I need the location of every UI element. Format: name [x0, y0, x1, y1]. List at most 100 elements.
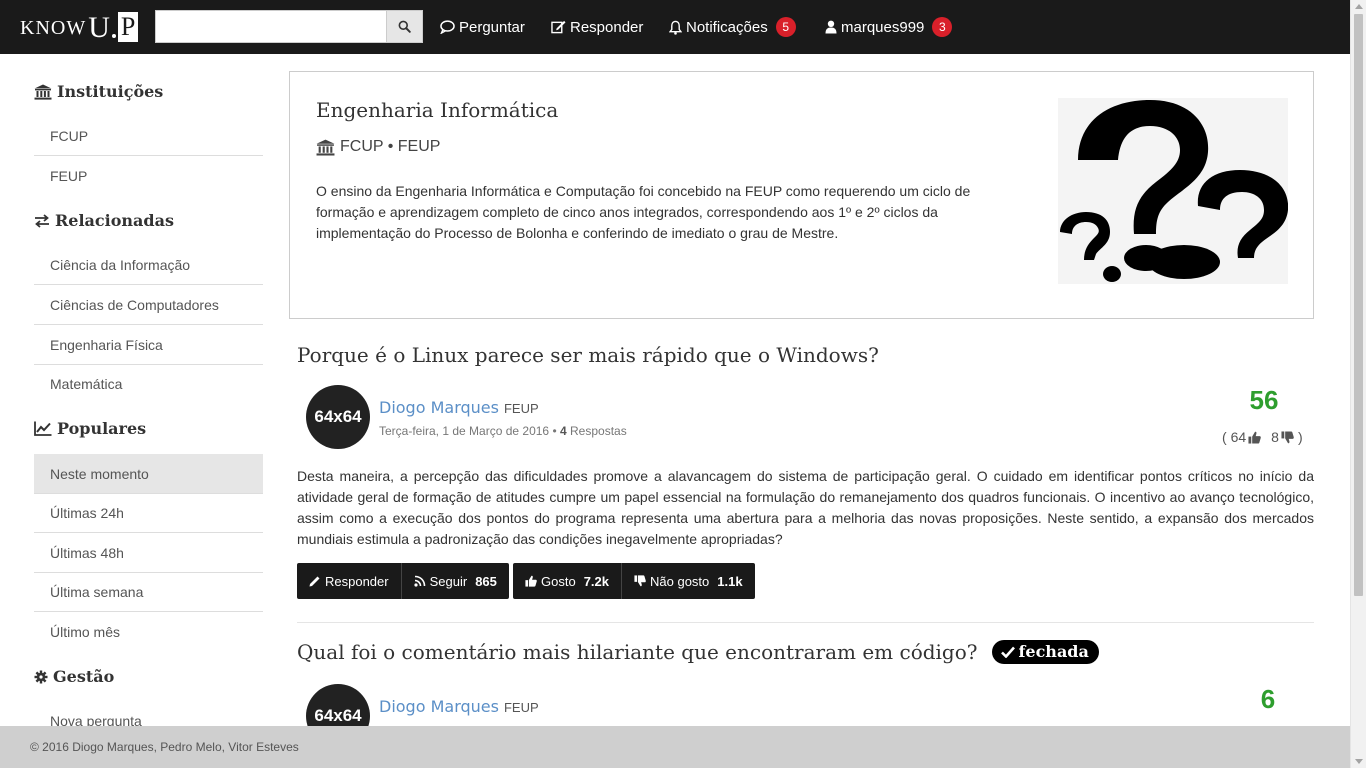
question-title[interactable]: Porque é o Linux parece ser mais rápido … — [297, 343, 879, 367]
nav-user-label: marques999 — [841, 18, 925, 36]
question-title[interactable]: Qual foi o comentário mais hilariante qu… — [297, 640, 1099, 664]
follow-button-label: Seguir — [429, 573, 468, 589]
user-icon — [825, 20, 837, 34]
like-button-label: Gosto — [541, 573, 576, 589]
author-line: Diogo Marques FEUP — [379, 398, 539, 417]
scroll-up-arrow[interactable] — [1355, 4, 1363, 9]
gear-icon — [34, 670, 48, 683]
question-votes-group: Gosto 7.2k Não gosto 1.1k — [513, 563, 755, 599]
dislike-button-label: Não gosto — [650, 573, 710, 589]
brand-dot — [111, 34, 116, 38]
follow-button[interactable]: Seguir 865 — [402, 563, 509, 599]
sidebar-item-ultima-semana[interactable]: Última semana — [34, 572, 263, 612]
author-name[interactable]: Diogo Marques — [379, 697, 499, 716]
line-chart-icon — [34, 421, 52, 436]
thumbs-down-icon — [1281, 430, 1294, 443]
bell-icon — [669, 20, 682, 35]
sidebar-item-ultimo-mes[interactable]: Último mês — [34, 612, 263, 652]
top-navbar: KNOW U P Perguntar Responder Notificaçõe… — [0, 0, 1350, 54]
brand-logo[interactable]: KNOW U P — [20, 11, 139, 44]
sidebar-heading-related-label: Relacionadas — [55, 211, 174, 230]
closed-badge: fechada — [991, 640, 1099, 664]
sidebar-heading-institutions-label: Instituições — [57, 82, 164, 101]
search-icon — [398, 20, 411, 33]
thumbs-up-icon — [1248, 431, 1261, 444]
search-bar — [155, 10, 423, 43]
course-title: Engenharia Informática — [316, 98, 559, 122]
sidebar: Instituições FCUP FEUP Relacionadas Ciên… — [34, 54, 263, 726]
search-input[interactable] — [155, 10, 387, 43]
institution-icon — [316, 139, 335, 156]
course-institutions-label: FCUP • FEUP — [340, 138, 441, 155]
brand-p: P — [117, 12, 139, 42]
user-badge: 3 — [932, 17, 953, 37]
sidebar-item-ciencia-informacao[interactable]: Ciência da Informação — [34, 245, 263, 285]
sidebar-item-feup[interactable]: FEUP — [34, 156, 263, 196]
sidebar-item-ultimas-24h[interactable]: Últimas 24h — [34, 493, 263, 533]
question-actions-group: Responder Seguir 865 — [297, 563, 509, 599]
sidebar-item-neste-momento[interactable]: Neste momento — [34, 454, 263, 494]
page-scrollbar[interactable] — [1350, 0, 1366, 768]
sidebar-heading-management-label: Gestão — [53, 667, 115, 686]
nav-ask-label: Perguntar — [459, 18, 525, 36]
sidebar-heading-related: Relacionadas — [34, 211, 174, 230]
closed-badge-label: fechada — [1018, 642, 1089, 661]
question-marks-image — [1058, 98, 1289, 284]
sidebar-item-ultimas-48h[interactable]: Últimas 48h — [34, 533, 263, 573]
answer-button-label: Responder — [325, 573, 389, 589]
course-card: Engenharia Informática FCUP • FEUP O ens… — [289, 71, 1314, 319]
author-line: Diogo Marques FEUP — [379, 697, 539, 716]
check-icon — [1000, 646, 1015, 658]
nav-answer-label: Responder — [570, 18, 644, 36]
dislike-count: 1.1k — [717, 573, 743, 589]
sidebar-heading-popular-label: Populares — [57, 419, 147, 438]
sidebar-heading-institutions: Instituições — [34, 82, 163, 101]
dislike-button[interactable]: Não gosto 1.1k — [622, 563, 755, 599]
thumbs-up-icon — [525, 575, 537, 587]
downvote-count: 8 — [1271, 429, 1279, 445]
author-institution: FEUP — [503, 401, 539, 416]
upvote-count: 64 — [1230, 429, 1247, 445]
vote-counts: ( 64 8 ) — [1222, 429, 1303, 445]
comment-icon — [440, 20, 455, 34]
sidebar-item-fcup[interactable]: FCUP — [34, 116, 263, 156]
meta-separator: • — [552, 424, 560, 438]
question-divider — [297, 622, 1314, 623]
author-institution: FEUP — [503, 700, 539, 715]
author-name[interactable]: Diogo Marques — [379, 398, 499, 417]
rss-icon — [414, 575, 425, 587]
question-title-text: Qual foi o comentário mais hilariante qu… — [297, 640, 978, 664]
like-button[interactable]: Gosto 7.2k — [513, 563, 622, 599]
course-institutions: FCUP • FEUP — [316, 138, 440, 156]
avatar: 64x64 — [306, 385, 370, 449]
brand-know: KNOW — [20, 17, 87, 39]
question-body: Desta maneira, a percepção das dificulda… — [297, 468, 1314, 547]
sidebar-heading-popular: Populares — [34, 419, 146, 438]
question-date: Terça-feira, 1 de Março de 2016 — [379, 424, 550, 438]
answers-label: Respostas — [570, 424, 627, 438]
sidebar-item-nova-pergunta[interactable]: Nova pergunta — [34, 701, 263, 726]
nav-notifications[interactable]: Notificações 5 — [669, 0, 796, 54]
notifications-badge: 5 — [775, 17, 796, 37]
nav-answer[interactable]: Responder — [551, 0, 643, 54]
sidebar-item-ciencias-computadores[interactable]: Ciências de Computadores — [34, 285, 263, 325]
exchange-icon — [35, 213, 49, 228]
footer-text: © 2016 Diogo Marques, Pedro Melo, Vitor … — [30, 740, 299, 754]
scroll-thumb[interactable] — [1354, 14, 1363, 596]
nav-ask[interactable]: Perguntar — [440, 0, 525, 54]
nav-user[interactable]: marques999 3 — [825, 0, 953, 54]
vote-paren-close: ) — [1297, 429, 1303, 445]
answers-count: 4 — [559, 424, 567, 438]
search-button[interactable] — [387, 10, 423, 43]
sidebar-item-engenharia-fisica[interactable]: Engenharia Física — [34, 325, 263, 365]
question-title-text: Porque é o Linux parece ser mais rápido … — [297, 343, 879, 367]
sidebar-item-matematica[interactable]: Matemática — [34, 364, 263, 404]
page-footer: © 2016 Diogo Marques, Pedro Melo, Vitor … — [0, 726, 1350, 768]
institution-icon — [34, 84, 52, 100]
answer-button[interactable]: Responder — [297, 563, 402, 599]
course-description: O ensino da Engenharia Informática e Com… — [316, 183, 971, 241]
scroll-down-arrow[interactable] — [1355, 759, 1363, 764]
brand-u: U — [88, 11, 110, 44]
vote-paren-open: ( — [1222, 429, 1231, 445]
follow-count: 865 — [475, 573, 497, 589]
